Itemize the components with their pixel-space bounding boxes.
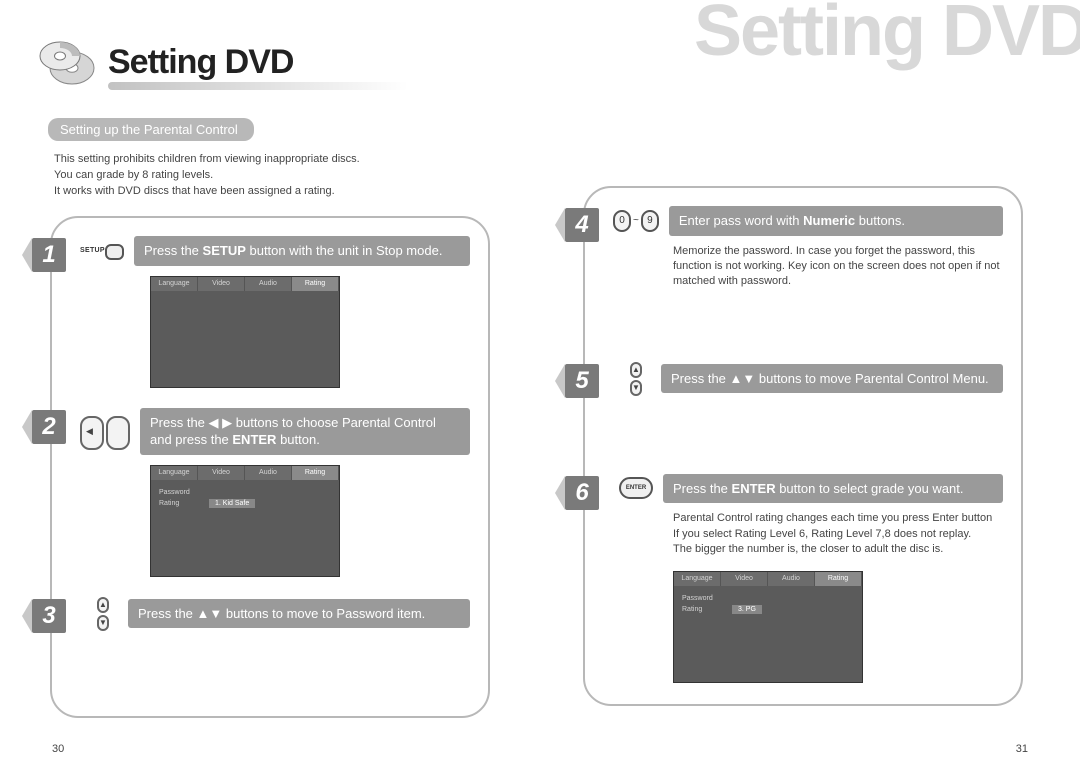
- step-instruction: Press the ▲▼ buttons to move to Password…: [128, 599, 470, 629]
- text: button to select grade you want.: [776, 481, 964, 496]
- page-title: Setting DVD: [108, 43, 293, 82]
- steps-column-right: 4 0 ~ 9 Enter pass word with Numeric but…: [583, 186, 1023, 706]
- tab-active: Rating: [292, 466, 339, 480]
- text: Press the: [673, 481, 732, 496]
- step-number: 5: [565, 364, 599, 398]
- numeric-keys-icon: 0 ~ 9: [613, 210, 659, 232]
- step-number: 2: [32, 410, 66, 444]
- intro-line: It works with DVD discs that have been a…: [54, 184, 360, 200]
- tab: Audio: [245, 466, 292, 480]
- tab: Audio: [768, 572, 815, 586]
- page-header: Setting DVD: [38, 38, 293, 86]
- step-4: 4 0 ~ 9 Enter pass word with Numeric but…: [603, 206, 1003, 290]
- tab-active: Rating: [815, 572, 862, 586]
- setup-button-label: SETUP: [80, 247, 105, 254]
- tab: Language: [674, 572, 721, 586]
- step-note: Parental Control rating changes each tim…: [673, 511, 1003, 557]
- setup-button-shape: [105, 244, 124, 260]
- background-watermark-title: Setting DVD: [694, 0, 1080, 72]
- text: button.: [276, 432, 319, 447]
- text: buttons.: [855, 213, 905, 228]
- left-arrow-icon: ◀: [86, 426, 93, 437]
- section-subtitle: Setting up the Parental Control: [48, 118, 254, 141]
- tv-screenshot: Language Video Audio Rating Password Rat…: [150, 465, 340, 577]
- label: Rating: [682, 606, 732, 613]
- tv-screenshot: Language Video Audio Rating: [150, 276, 340, 388]
- step-instruction: Press the ENTER button to select grade y…: [663, 474, 1003, 504]
- key-0-icon: 0: [613, 210, 631, 232]
- tab: Video: [721, 572, 768, 586]
- step-6: 6 ENTER Press the ENTER button to select…: [603, 474, 1003, 684]
- label: Password: [682, 595, 732, 602]
- step-number: 6: [565, 476, 599, 510]
- value: 1. Kid Safe: [209, 499, 255, 508]
- step-number: 1: [32, 238, 66, 272]
- intro-paragraph: This setting prohibits children from vie…: [54, 152, 360, 200]
- tab: Audio: [245, 277, 292, 291]
- text-bold: ENTER: [232, 432, 276, 447]
- up-down-pad-icon: ▲ ▼: [621, 362, 651, 396]
- left-right-pad-icon: ◀ ▶: [80, 416, 130, 446]
- tilde: ~: [633, 215, 639, 226]
- step-1: 1 SETUP Press the SETUP button with the …: [70, 236, 470, 388]
- up-down-pad-icon: ▲ ▼: [88, 597, 118, 631]
- up-arrow-icon: ▲: [97, 597, 109, 613]
- step-number: 3: [32, 599, 66, 633]
- step-instruction: Enter pass word with Numeric buttons.: [669, 206, 1003, 236]
- step-instruction: Press the SETUP button with the unit in …: [134, 236, 470, 266]
- down-arrow-icon: ▼: [630, 380, 642, 396]
- intro-line: You can grade by 8 rating levels.: [54, 168, 360, 184]
- text: Enter pass word with: [679, 213, 803, 228]
- tab: Video: [198, 277, 245, 291]
- text-bold: Numeric: [803, 213, 855, 228]
- page-number-left: 30: [52, 743, 64, 755]
- right-arrow-icon: ▶: [118, 426, 125, 437]
- key-9-icon: 9: [641, 210, 659, 232]
- tab: Language: [151, 277, 198, 291]
- value: 3. PG: [732, 605, 762, 614]
- step-instruction: Press the ◀ ▶ buttons to choose Parental…: [140, 408, 470, 455]
- text: Press the: [144, 243, 203, 258]
- page-number-right: 31: [1016, 743, 1028, 755]
- step-3: 3 ▲ ▼ Press the ▲▼ buttons to move to Pa…: [70, 597, 470, 637]
- tab: Language: [151, 466, 198, 480]
- text: button with the unit in Stop mode.: [246, 243, 443, 258]
- tab-active: Rating: [292, 277, 339, 291]
- tab: Video: [198, 466, 245, 480]
- down-arrow-icon: ▼: [97, 615, 109, 631]
- label: Password: [159, 489, 209, 496]
- enter-button-icon: ENTER: [619, 477, 653, 499]
- step-instruction: Press the ▲▼ buttons to move Parental Co…: [661, 364, 1003, 394]
- intro-line: This setting prohibits children from vie…: [54, 152, 360, 168]
- disc-icon: [38, 38, 98, 86]
- text-bold: ENTER: [732, 481, 776, 496]
- step-5: 5 ▲ ▼ Press the ▲▼ buttons to move Paren…: [603, 362, 1003, 402]
- up-arrow-icon: ▲: [630, 362, 642, 378]
- label: Rating: [159, 500, 209, 507]
- step-note: Memorize the password. In case you forge…: [673, 244, 1003, 290]
- steps-column-left: 1 SETUP Press the SETUP button with the …: [50, 216, 490, 718]
- step-number: 4: [565, 208, 599, 242]
- step-2: 2 ◀ ▶ Press the ◀ ▶ buttons to choose Pa…: [70, 408, 470, 577]
- text-bold: SETUP: [203, 243, 246, 258]
- tv-screenshot: Language Video Audio Rating Password Rat…: [673, 571, 863, 683]
- setup-button-icon: SETUP: [80, 242, 124, 260]
